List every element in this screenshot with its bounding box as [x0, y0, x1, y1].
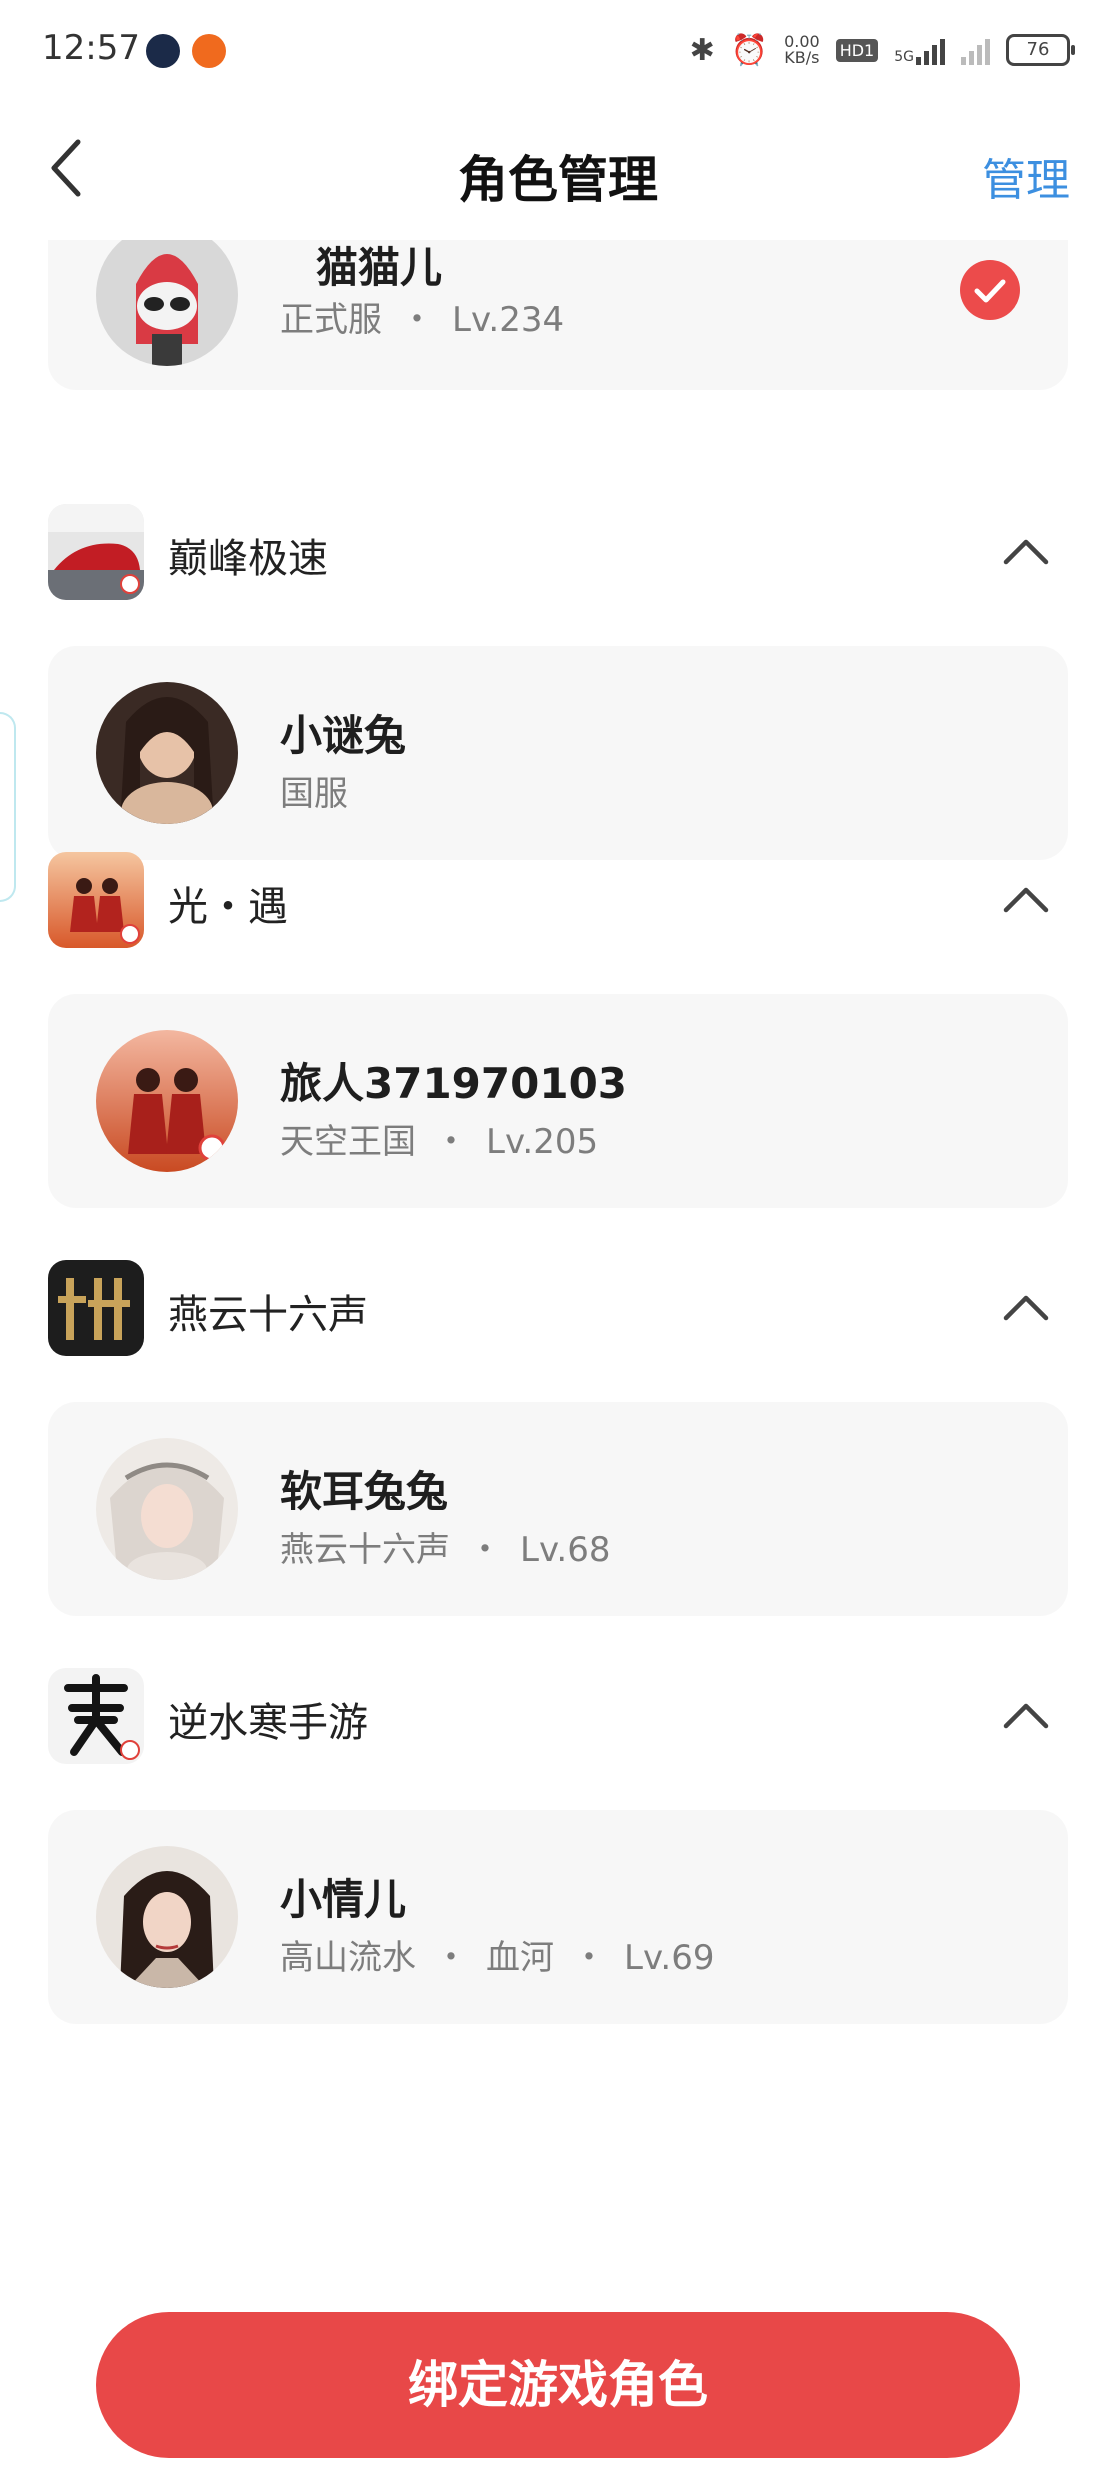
- game-icon: [48, 504, 144, 600]
- chevron-up-icon[interactable]: [1002, 536, 1050, 566]
- page-title: 角色管理: [458, 151, 658, 209]
- game-name: 燕云十六声: [168, 1292, 368, 1338]
- role-avatar: [96, 682, 238, 824]
- alarm-icon: ⏰: [730, 32, 769, 68]
- role-meta: 国服: [280, 774, 348, 814]
- role-name: 旅人371970103: [280, 1059, 628, 1108]
- role-avatar: [96, 1030, 238, 1172]
- role-avatar: [96, 1438, 238, 1580]
- role-card[interactable]: 小谜兔 国服: [48, 646, 1068, 860]
- signal-secondary-icon: [961, 35, 990, 65]
- battery-icon: 76: [1006, 34, 1075, 66]
- game-header[interactable]: 燕云十六声: [0, 1258, 1116, 1358]
- signal-5g-icon: 5G: [894, 35, 945, 65]
- role-list[interactable]: 猫猫儿 正式服・ Lv.234 巅峰极速 小谜兔 国服 光・遇 旅人371970…: [0, 240, 1116, 2260]
- app-notification-icon: [146, 34, 180, 68]
- role-name: 小谜兔: [280, 711, 407, 760]
- manage-button[interactable]: 管理: [982, 144, 1070, 208]
- game-header[interactable]: 光・遇: [0, 850, 1116, 950]
- role-card[interactable]: 小情儿 高山流水・血河・ Lv.69: [48, 1810, 1068, 2024]
- bluetooth-icon: ✱: [689, 32, 715, 68]
- role-meta: 天空王国・ Lv.205: [280, 1122, 599, 1162]
- role-name: 猫猫儿: [316, 243, 443, 292]
- game-header[interactable]: 巅峰极速: [0, 502, 1116, 602]
- chevron-up-icon[interactable]: [1002, 884, 1050, 914]
- game-header[interactable]: 逆水寒手游: [0, 1666, 1116, 1766]
- status-time: 12:57: [42, 28, 140, 68]
- game-icon: [48, 1668, 144, 1764]
- game-name: 光・遇: [168, 884, 288, 930]
- net-speed: 0.00 KB/s: [784, 32, 820, 67]
- bind-game-role-button[interactable]: 绑定游戏角色: [96, 2312, 1020, 2458]
- chevron-up-icon[interactable]: [1002, 1700, 1050, 1730]
- role-avatar: [96, 1846, 238, 1988]
- game-icon: [48, 852, 144, 948]
- role-card[interactable]: 旅人371970103 天空王国・ Lv.205: [48, 994, 1068, 1208]
- selected-check-icon[interactable]: [960, 260, 1020, 320]
- role-card[interactable]: 猫猫儿 正式服・ Lv.234: [48, 240, 1068, 390]
- game-icon: [48, 1260, 144, 1356]
- chevron-up-icon[interactable]: [1002, 1292, 1050, 1322]
- app-notification-icon-2: [192, 34, 226, 68]
- role-meta: 高山流水・血河・ Lv.69: [280, 1938, 715, 1978]
- role-avatar: [96, 240, 238, 366]
- role-meta: 正式服・ Lv.234: [280, 300, 565, 340]
- role-name: 软耳兔兔: [280, 1467, 449, 1516]
- status-bar: 12:57 ✱ ⏰ 0.00 KB/s HD1 5G 76: [0, 0, 1116, 100]
- app-header: 角色管理 管理: [0, 100, 1116, 240]
- game-name: 巅峰极速: [168, 536, 328, 582]
- role-name: 小情儿: [280, 1875, 407, 1924]
- role-card[interactable]: 软耳兔兔 燕云十六声・ Lv.68: [48, 1402, 1068, 1616]
- hd-badge: HD1: [835, 38, 879, 62]
- game-name: 逆水寒手游: [168, 1700, 368, 1746]
- role-meta: 燕云十六声・ Lv.68: [280, 1530, 611, 1570]
- status-icons: ✱ ⏰ 0.00 KB/s HD1 5G 76: [689, 28, 1075, 72]
- floating-side-tab[interactable]: [0, 712, 16, 902]
